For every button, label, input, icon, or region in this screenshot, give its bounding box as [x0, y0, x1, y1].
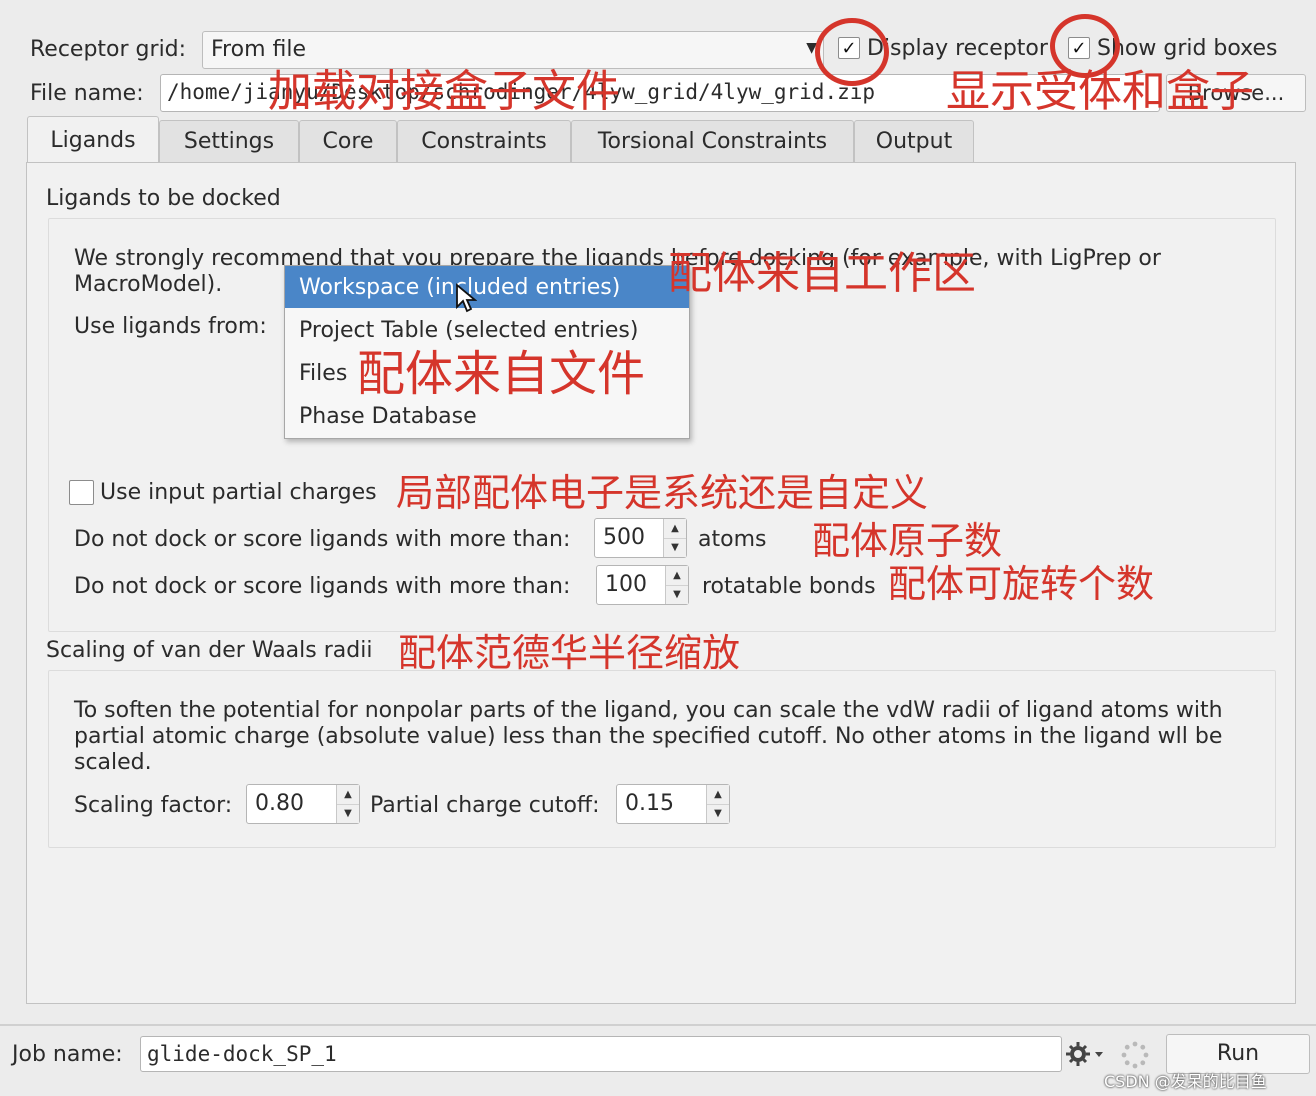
menu-item-label: Phase Database — [299, 404, 477, 429]
annotation-partial-charge: 局部配体电子是系统还是自定义 — [396, 471, 929, 515]
spin-down-icon[interactable]: ▼ — [664, 537, 686, 558]
tab-constraints[interactable]: Constraints — [397, 120, 571, 162]
annotation-rot-count: 配体可旋转个数 — [888, 562, 1155, 606]
menu-item-project-table[interactable]: Project Table (selected entries) — [285, 310, 689, 348]
annotation-ligand-from-workspace: 配体来自工作区 — [668, 248, 976, 299]
max-atoms-prefix: Do not dock or score ligands with more t… — [74, 527, 571, 552]
tab-torsional-constraints[interactable]: Torsional Constraints — [571, 120, 854, 162]
partial-charge-cutoff-label: Partial charge cutoff: — [370, 793, 600, 818]
max-atoms-spinbox[interactable]: 500 ▲ ▼ — [594, 518, 687, 558]
use-ligands-from-label: Use ligands from: — [74, 314, 267, 339]
tab-output[interactable]: Output — [854, 120, 974, 162]
spin-up-icon[interactable]: ▲ — [666, 566, 688, 585]
tab-ligands[interactable]: Ligands — [27, 116, 159, 164]
max-atoms-suffix: atoms — [698, 527, 767, 552]
job-name-input[interactable]: glide-dock_SP_1 — [140, 1036, 1062, 1072]
spin-down-icon[interactable]: ▼ — [337, 803, 359, 824]
max-rotbonds-prefix: Do not dock or score ligands with more t… — [74, 574, 571, 599]
display-receptor-label: Display receptor — [867, 36, 1048, 61]
recommend-text-line2: MacroModel). — [74, 272, 223, 297]
menu-item-phase-database[interactable]: Phase Database — [285, 398, 689, 436]
receptor-grid-label: Receptor grid: — [30, 37, 187, 62]
spin-up-icon[interactable]: ▲ — [664, 519, 686, 538]
tab-core[interactable]: Core — [299, 120, 397, 162]
partial-charges-checkbox[interactable] — [69, 480, 94, 505]
annotation-load-grid: 加载对接盒子文件 — [268, 66, 620, 117]
spinner-icon — [1121, 1041, 1149, 1069]
spin-down-icon[interactable]: ▼ — [707, 803, 729, 824]
spin-up-icon[interactable]: ▲ — [337, 785, 359, 804]
annotation-circle-display-receptor — [815, 18, 889, 86]
annotation-vdw-scale: 配体范德华半径缩放 — [398, 631, 741, 675]
partial-charges-label: Use input partial charges — [100, 480, 377, 505]
vdw-desc-line1: To soften the potential for nonpolar par… — [74, 698, 1223, 723]
vdw-section-title: Scaling of van der Waals radii — [46, 638, 373, 663]
mouse-cursor-icon — [456, 283, 477, 313]
menu-item-workspace[interactable]: Workspace (included entries) — [285, 266, 689, 308]
vdw-desc-line3: scaled. — [74, 750, 152, 775]
annotation-show-receptor-box: 显示受体和盒子 — [946, 66, 1254, 117]
footer-divider — [0, 1024, 1316, 1026]
show-grid-boxes-label: Show grid boxes — [1097, 36, 1278, 61]
menu-item-label: Files — [299, 361, 348, 386]
receptor-grid-value: From file — [211, 37, 307, 62]
ligands-section-title: Ligands to be docked — [46, 186, 281, 211]
max-rotbonds-spinbox[interactable]: 100 ▲ ▼ — [596, 565, 689, 605]
scaling-factor-spinbox[interactable]: 0.80 ▲ ▼ — [246, 784, 360, 824]
annotation-atom-count: 配体原子数 — [812, 519, 1003, 563]
scaling-factor-label: Scaling factor: — [74, 793, 233, 818]
gear-icon[interactable] — [1066, 1040, 1110, 1068]
spin-up-icon[interactable]: ▲ — [707, 785, 729, 804]
max-atoms-value: 500 — [603, 525, 645, 550]
max-rotbonds-value: 100 — [605, 572, 647, 597]
job-name-label: Job name: — [12, 1042, 123, 1067]
menu-item-label: Project Table (selected entries) — [299, 318, 639, 343]
file-name-label: File name: — [30, 81, 144, 106]
receptor-grid-select[interactable]: From file ▼ — [202, 31, 824, 69]
watermark: CSDN @发呆的比目鱼 — [1104, 1072, 1267, 1091]
max-rotbonds-suffix: rotatable bonds — [702, 574, 876, 599]
partial-charge-cutoff-value: 0.15 — [625, 791, 674, 816]
scaling-factor-value: 0.80 — [255, 791, 304, 816]
partial-charge-cutoff-spinbox[interactable]: 0.15 ▲ ▼ — [616, 784, 730, 824]
annotation-ligand-from-file: 配体来自文件 — [357, 346, 646, 402]
spin-down-icon[interactable]: ▼ — [666, 584, 688, 605]
tab-settings[interactable]: Settings — [159, 120, 299, 162]
vdw-desc-line2: partial atomic charge (absolute value) l… — [74, 724, 1223, 749]
